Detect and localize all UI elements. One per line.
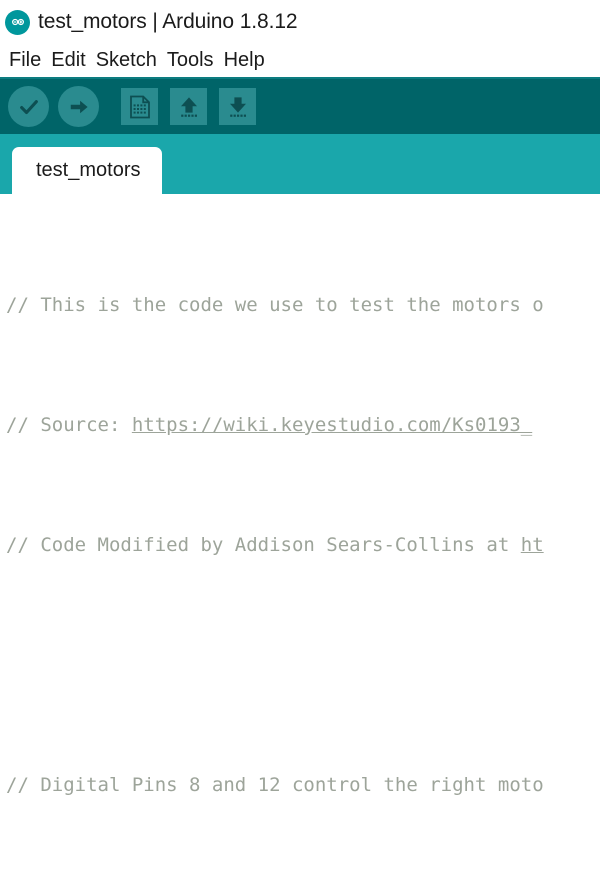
comment-text: // Source: [6,414,132,436]
menu-item-tools[interactable]: Tools [162,49,219,72]
comment-text: // Digital Pins 8 and 12 control the rig… [6,774,544,796]
code-content: // This is the code we use to test the m… [0,200,600,871]
toolbar [0,77,600,134]
arduino-ide-window: test_motors | Arduino 1.8.12 File Edit S… [0,0,600,871]
menu-item-file[interactable]: File [4,49,46,72]
tab-label: test_motors [36,159,141,181]
tab-bar: test_motors [0,134,600,194]
comment-text: // Code Modified by Addison Sears-Collin… [6,534,521,556]
upload-button[interactable] [58,86,99,127]
checkmark-icon [18,96,40,118]
window-title: test_motors | Arduino 1.8.12 [38,10,298,33]
code-line: // Digital Pins 8 and 12 control the rig… [6,770,600,800]
down-arrow-icon [226,95,250,119]
right-arrow-icon [68,96,90,118]
code-line: // This is the code we use to test the m… [6,290,600,320]
menu-bar: File Edit Sketch Tools Help [0,44,600,77]
open-button[interactable] [170,88,207,125]
arduino-infinity-logo-icon [5,9,30,35]
up-arrow-icon [177,95,201,119]
verify-button[interactable] [8,86,49,127]
code-editor[interactable]: // This is the code we use to test the m… [0,194,600,871]
menu-item-sketch[interactable]: Sketch [91,49,162,72]
source-url-link[interactable]: https://wiki.keyestudio.com/Ks0193_ [132,414,532,436]
tab-test-motors[interactable]: test_motors [12,147,163,194]
save-button[interactable] [219,88,256,125]
menu-item-help[interactable]: Help [219,49,270,72]
code-line: // Code Modified by Addison Sears-Collin… [6,530,600,560]
title-bar: test_motors | Arduino 1.8.12 [0,0,600,44]
new-button[interactable] [121,88,158,125]
comment-text: // This is the code we use to test the m… [6,294,544,316]
new-document-icon [129,95,151,119]
code-line: // Source: https://wiki.keyestudio.com/K… [6,410,600,440]
menu-item-edit[interactable]: Edit [46,49,90,72]
author-url-link[interactable]: ht [521,534,544,556]
